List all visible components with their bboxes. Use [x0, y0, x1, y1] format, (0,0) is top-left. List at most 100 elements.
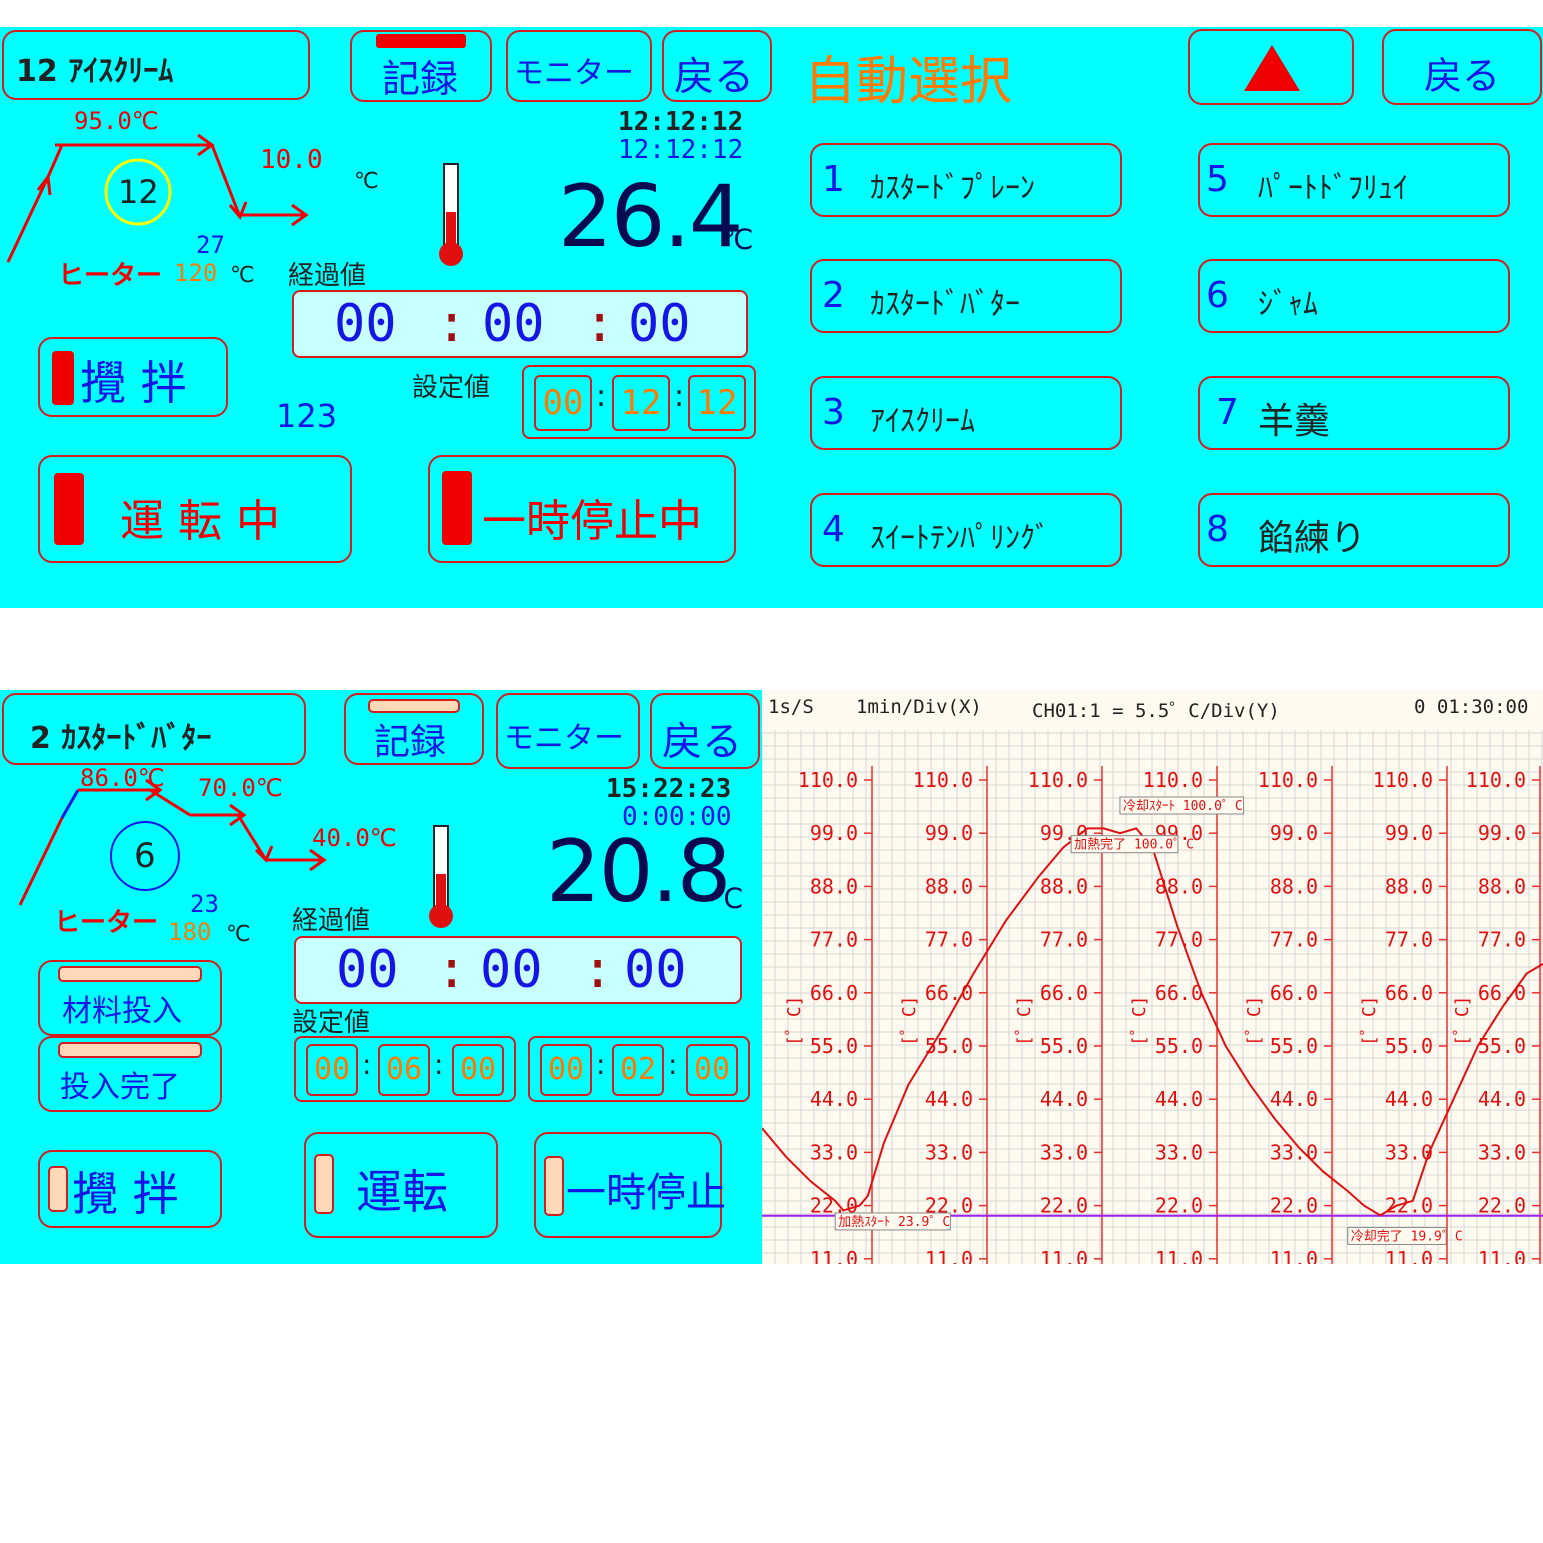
- record-label-2: 記録: [374, 722, 447, 763]
- recipe-button-3[interactable]: 3 ｱｲｽｸﾘｰﾑ: [810, 376, 1122, 450]
- setpoint-b-hours[interactable]: 00: [540, 1044, 592, 1096]
- axis-tick-label: 44.0: [1478, 1087, 1526, 1111]
- axis-tick-label: 110.0: [1258, 768, 1318, 792]
- heater-setpoint: 120: [174, 259, 218, 287]
- chart-header-y: CH01:1 = 5.5゜C/Div(Y): [1032, 700, 1280, 722]
- axis-unit-label: [゜C]: [1359, 995, 1380, 1046]
- axis-tick-label: 110.0: [1373, 768, 1433, 792]
- recipe-button-7[interactable]: 7 羊羹: [1198, 376, 1510, 450]
- run-label: 運転: [356, 1165, 448, 1219]
- current-temperature-unit: ℃: [722, 223, 754, 256]
- axis-tick-label: 22.0: [1478, 1194, 1526, 1218]
- back-button[interactable]: 戻る: [662, 30, 772, 102]
- annotation-label: 冷却ｽﾀｰﾄ 100.0゜C: [1123, 799, 1243, 814]
- page-up-button[interactable]: [1188, 29, 1354, 105]
- setpoint-a-hours[interactable]: 00: [306, 1044, 358, 1096]
- material-input-label: 材料投入: [62, 994, 182, 1029]
- current-temperature: 26.4: [558, 167, 743, 267]
- setpoint-a-minutes[interactable]: 06: [378, 1044, 430, 1096]
- auto-select-screen: 自動選択 戻る 1 ｶｽﾀｰﾄﾞﾌﾟﾚｰﾝ 2 ｶｽﾀｰﾄﾞﾊﾞﾀｰ 3 ｱｲｽ…: [772, 27, 1543, 608]
- setpoint-display-b[interactable]: 00 : 02 : 00: [528, 1036, 750, 1102]
- record-button-2[interactable]: 記録: [344, 693, 484, 765]
- recipe-label: ｱｲｽｸﾘｰﾑ: [870, 404, 975, 439]
- recipe-button-8[interactable]: 8 餡練り: [1198, 493, 1510, 567]
- heater-actual-2: 23: [190, 890, 219, 918]
- recipe-button-5[interactable]: 5 ﾊﾟｰﾄﾄﾞﾌﾘｭｲ: [1198, 143, 1510, 217]
- recipe-button-2[interactable]: 2 ｶｽﾀｰﾄﾞﾊﾞﾀｰ: [810, 259, 1122, 333]
- recipe-label: ｶｽﾀｰﾄﾞﾌﾟﾚｰﾝ: [870, 171, 1035, 206]
- select-back-button[interactable]: 戻る: [1382, 29, 1542, 105]
- axis-tick-label: 110.0: [798, 768, 858, 792]
- clock-time: 12:12:12: [618, 107, 744, 137]
- axis-tick-label: 77.0: [1270, 928, 1318, 952]
- setpoint-display-a[interactable]: 00 : 06 : 00: [294, 1036, 516, 1102]
- setpoint-minutes[interactable]: 12: [612, 375, 670, 431]
- axis-tick-label: 110.0: [1466, 768, 1526, 792]
- axis-tick-label: 77.0: [925, 928, 973, 952]
- axis-tick-label: 99.0: [1478, 821, 1526, 845]
- setpoint-b-minutes[interactable]: 02: [612, 1044, 664, 1096]
- paused-button[interactable]: 一時停止中: [428, 455, 736, 563]
- setpoint-seconds[interactable]: 12: [688, 375, 746, 431]
- temperature-profile-arrows-2: [18, 778, 327, 906]
- profile-temp-3: 40.0℃: [312, 824, 397, 852]
- axis-tick-label: 88.0: [925, 874, 973, 898]
- recipe-button-4[interactable]: 4 ｽｲｰﾄﾃﾝﾊﾟﾘﾝｸﾞ: [810, 493, 1122, 567]
- running-button[interactable]: 運 転 中: [38, 455, 352, 563]
- setpoint-display[interactable]: 00 : 12 : 12: [522, 365, 756, 439]
- axis-tick-label: 99.0: [810, 821, 858, 845]
- setpoint-a-colon-2: :: [434, 1048, 444, 1081]
- setpoint-a-colon-1: :: [362, 1048, 372, 1081]
- back-button-2[interactable]: 戻る: [650, 693, 760, 769]
- running-lamp: [54, 473, 84, 545]
- elapsed-colon-2: :: [584, 294, 616, 354]
- hold-temp: 95.0℃: [74, 107, 159, 135]
- axis-tick-label: 55.0: [810, 1034, 858, 1058]
- recipe-number: 1: [822, 159, 845, 200]
- operation-screen-2: 2 ｶｽﾀｰﾄﾞﾊﾞﾀｰ 記録 モニター 戻る 86.0℃ 70.0℃ 40.0…: [0, 690, 762, 1264]
- stir-button-2[interactable]: 攪 拌: [38, 1150, 222, 1228]
- stir-button[interactable]: 攪 拌: [38, 337, 228, 417]
- chart-header-x: 1min/Div(X): [856, 696, 982, 718]
- setpoint-hours[interactable]: 00: [534, 375, 592, 431]
- axis-tick-label: 66.0: [1270, 981, 1318, 1005]
- axis-tick-label: 99.0: [1385, 821, 1433, 845]
- material-input-lamp: [58, 966, 202, 982]
- monitor-button-2[interactable]: モニター: [496, 693, 640, 769]
- axis-tick-label: 77.0: [1478, 928, 1526, 952]
- record-button[interactable]: 記録: [350, 30, 492, 102]
- clock-time-s2: 15:22:23: [606, 774, 732, 804]
- profile-temp-1: 86.0℃: [80, 764, 165, 792]
- input-done-button[interactable]: 投入完了: [38, 1036, 222, 1112]
- pause-button[interactable]: 一時停止: [534, 1132, 726, 1238]
- elapsed-minutes: 00: [482, 294, 545, 354]
- axis-unit-label: [゜C]: [1244, 995, 1265, 1046]
- elapsed-minutes-2: 00: [480, 940, 543, 1000]
- axis-tick-label: 44.0: [1155, 1087, 1203, 1111]
- recipe-label: ｶｽﾀｰﾄﾞﾊﾞﾀｰ: [870, 287, 1020, 322]
- setpoint-b-seconds[interactable]: 00: [686, 1044, 738, 1096]
- setpoint-label-2: 設定値: [292, 1008, 371, 1038]
- axis-tick-label: 77.0: [1385, 928, 1433, 952]
- select-back-label: 戻る: [1424, 54, 1501, 98]
- axis-unit-label: [゜C]: [899, 995, 920, 1046]
- axis-tick-label: 88.0: [1270, 874, 1318, 898]
- axis-unit-label: [゜C]: [1452, 995, 1473, 1046]
- material-input-button[interactable]: 材料投入: [38, 960, 222, 1036]
- run-button[interactable]: 運転: [304, 1132, 498, 1238]
- input-done-label: 投入完了: [60, 1070, 180, 1105]
- axis-tick-label: 33.0: [1155, 1140, 1203, 1164]
- axis-tick-label: 66.0: [925, 981, 973, 1005]
- setpoint-a-seconds[interactable]: 00: [452, 1044, 504, 1096]
- axis-tick-label: 44.0: [925, 1087, 973, 1111]
- axis-tick-label: 11.0: [810, 1247, 858, 1264]
- recipe-number: 2: [822, 275, 845, 316]
- setpoint-label: 設定値: [412, 373, 491, 403]
- monitor-button[interactable]: モニター: [506, 30, 652, 102]
- recipe-button-6[interactable]: 6 ｼﾞｬﾑ: [1198, 259, 1510, 333]
- axis-tick-label: 11.0: [1040, 1247, 1088, 1264]
- recipe-button-1[interactable]: 1 ｶｽﾀｰﾄﾞﾌﾟﾚｰﾝ: [810, 143, 1122, 217]
- record-indicator-2: [368, 699, 460, 713]
- elapsed-label-2: 経過値: [292, 906, 371, 936]
- step-number-2: 6: [134, 836, 156, 876]
